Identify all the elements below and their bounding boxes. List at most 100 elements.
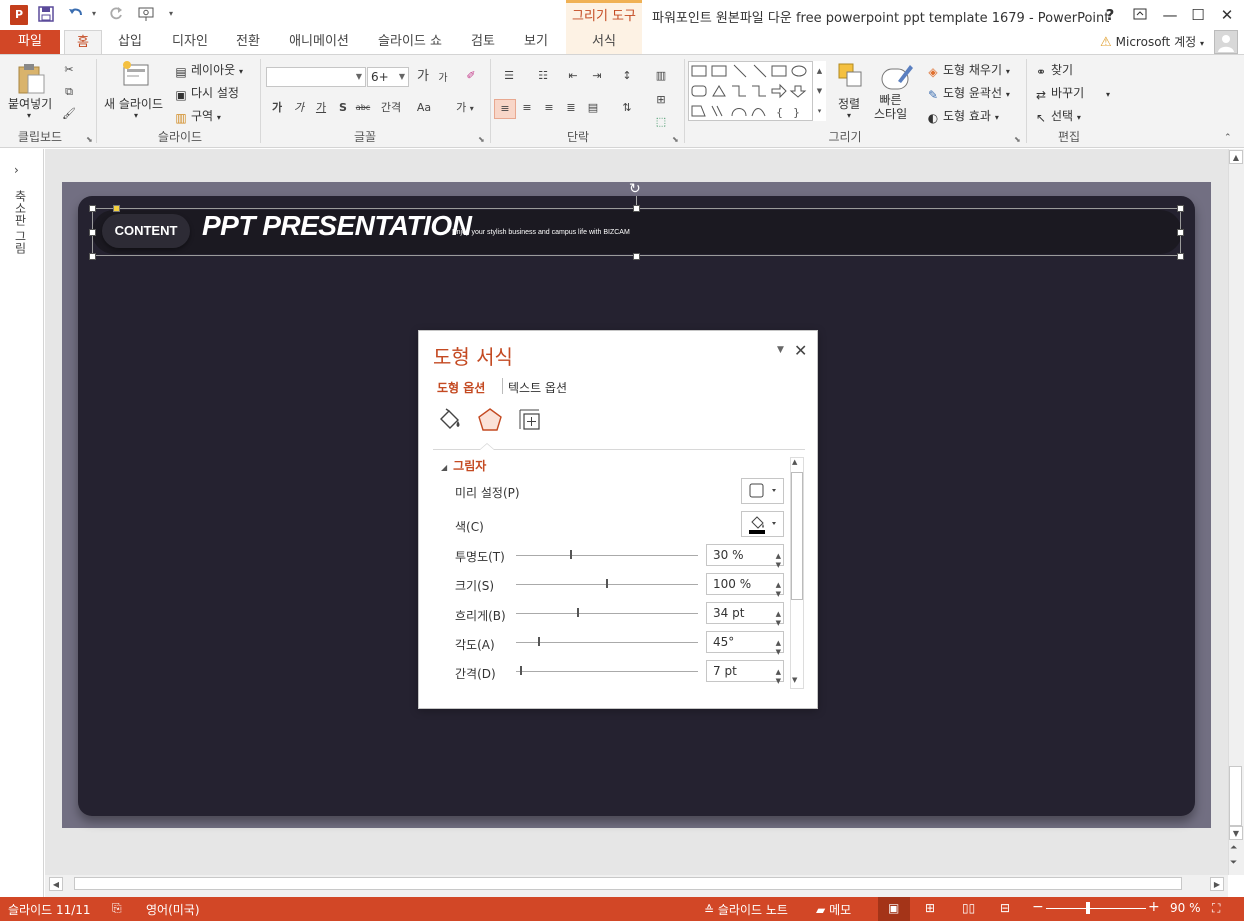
transparency-input[interactable]: 30 % ▲ ▼ xyxy=(706,544,784,569)
shadow-color-picker[interactable] xyxy=(741,511,784,537)
blur-slider[interactable] xyxy=(516,613,698,614)
collapse-ribbon-icon[interactable]: ⌃ xyxy=(1224,133,1232,143)
align-right-icon[interactable]: ≡ xyxy=(540,99,558,117)
section-shadow-header[interactable]: ◢ 그림자 xyxy=(441,457,486,474)
font-color-button[interactable]: 가 ▾ xyxy=(452,99,478,117)
distance-slider-knob[interactable] xyxy=(520,666,522,675)
dialog-launcher-icon[interactable]: ⬊ xyxy=(86,135,93,144)
scroll-up-icon[interactable]: ▲ xyxy=(792,458,797,466)
increase-indent-icon[interactable]: ⇥ xyxy=(588,67,606,85)
quick-styles-icon[interactable] xyxy=(880,61,914,93)
zoom-slider[interactable] xyxy=(1046,908,1146,909)
tab-text-options[interactable]: 텍스트 옵션 xyxy=(508,379,567,396)
scroll-down-icon[interactable]: ▼ xyxy=(1229,826,1243,840)
tab-shape-options[interactable]: 도형 옵션 xyxy=(437,379,485,396)
tab-file[interactable]: 파일 xyxy=(0,30,60,54)
zoom-in-button[interactable]: + xyxy=(1148,899,1160,915)
justify-icon[interactable]: ≣ xyxy=(562,99,580,117)
transparency-slider[interactable] xyxy=(516,555,698,556)
align-left-icon[interactable]: ≡ xyxy=(494,99,516,119)
shapes-gallery-scroll[interactable]: ▲ ▼ ▾ xyxy=(812,61,826,121)
character-spacing-button[interactable]: 간격 xyxy=(376,99,406,117)
dialog-launcher-icon[interactable]: ⬊ xyxy=(478,135,485,144)
new-slide-icon[interactable] xyxy=(120,59,152,91)
distance-input[interactable]: 7 pt ▲ ▼ xyxy=(706,660,784,685)
convert-to-smartart-icon[interactable]: ⬚ xyxy=(648,113,674,131)
close-window-button[interactable]: ✕ xyxy=(1215,4,1239,26)
columns-icon[interactable]: ▥ xyxy=(648,67,674,85)
tab-design[interactable]: 디자인 xyxy=(164,30,216,54)
spin-down-icon[interactable]: ▼ xyxy=(776,613,781,633)
resize-handle[interactable] xyxy=(633,253,640,260)
quick-styles-button[interactable]: 빠른 스타일 xyxy=(874,93,907,121)
spin-down-icon[interactable]: ▼ xyxy=(776,584,781,604)
ribbon-display-options-button[interactable] xyxy=(1128,4,1152,26)
horizontal-scroll-thumb[interactable] xyxy=(74,877,1182,890)
resize-handle[interactable] xyxy=(89,229,96,236)
maximize-button[interactable]: ☐ xyxy=(1186,4,1210,26)
resize-handle[interactable] xyxy=(89,253,96,260)
undo-dropdown-icon[interactable]: ▾ xyxy=(86,6,102,22)
arrange-button[interactable]: 정렬 xyxy=(838,95,860,112)
tab-format[interactable]: 서식 xyxy=(566,30,642,54)
new-slide-button[interactable]: 새 슬라이드 xyxy=(104,95,163,112)
spin-down-icon[interactable]: ▼ xyxy=(776,555,781,575)
text-direction-icon[interactable]: ⇅ xyxy=(614,99,640,117)
arrange-dropdown-icon[interactable]: ▾ xyxy=(847,111,851,120)
reset-button[interactable]: ▣ 다시 설정 xyxy=(174,84,239,102)
next-slide-icon[interactable]: ⏷ xyxy=(1230,858,1237,868)
powerpoint-logo-icon[interactable]: P xyxy=(10,5,28,25)
shape-outline-button[interactable]: ✎ 도형 윤곽선 ▾ xyxy=(926,84,1010,102)
previous-slide-icon[interactable]: ⏶ xyxy=(1230,843,1237,853)
comments-button[interactable]: ▰ 메모 xyxy=(816,901,851,918)
customize-qat-icon[interactable]: ▾ xyxy=(163,6,179,22)
select-button[interactable]: ↖ 선택 ▾ xyxy=(1034,107,1081,125)
new-slide-dropdown-icon[interactable]: ▾ xyxy=(134,111,138,120)
shadow-preset-picker[interactable] xyxy=(741,478,784,504)
scroll-up-icon[interactable]: ▲ xyxy=(1229,150,1243,164)
save-icon[interactable] xyxy=(38,6,54,22)
arrange-icon[interactable] xyxy=(836,61,866,91)
italic-button[interactable]: 가 xyxy=(290,99,308,117)
dialog-launcher-icon[interactable]: ⬊ xyxy=(672,135,679,144)
angle-slider[interactable] xyxy=(516,642,698,643)
shape-effects-button[interactable]: ◐ 도형 효과 ▾ xyxy=(926,107,999,125)
zoom-level[interactable]: 90 % xyxy=(1170,901,1201,915)
find-button[interactable]: ⚭ 찾기 xyxy=(1034,61,1073,79)
align-text-icon[interactable]: ⊞ xyxy=(648,91,674,109)
vertical-scroll-thumb[interactable] xyxy=(1229,766,1242,826)
shape-fill-button[interactable]: ◈ 도형 채우기 ▾ xyxy=(926,61,1009,79)
account-button[interactable]: ⚠ Microsoft 계정 ▾ xyxy=(1100,33,1204,50)
spell-check-icon[interactable]: ⎘ xyxy=(112,901,122,916)
replace-button[interactable]: ⇄ 바꾸기 ▾ xyxy=(1034,84,1110,102)
resize-handle[interactable] xyxy=(1177,205,1184,212)
cut-icon[interactable]: ✂ xyxy=(60,61,78,79)
tab-review[interactable]: 검토 xyxy=(462,30,504,54)
minimize-button[interactable]: — xyxy=(1158,4,1182,26)
size-input[interactable]: 100 % ▲ ▼ xyxy=(706,573,784,598)
reading-view-icon[interactable]: ▯▯ xyxy=(962,901,975,915)
tab-insert[interactable]: 삽입 xyxy=(110,30,150,54)
decrease-indent-icon[interactable]: ⇤ xyxy=(564,67,582,85)
blur-input[interactable]: 34 pt ▲ ▼ xyxy=(706,602,784,627)
spin-down-icon[interactable]: ▼ xyxy=(776,642,781,662)
fit-to-window-icon[interactable]: ⛶ xyxy=(1212,901,1220,916)
tab-slideshow[interactable]: 슬라이드 쇼 xyxy=(370,30,450,54)
tab-transitions[interactable]: 전환 xyxy=(228,30,268,54)
adjust-handle[interactable] xyxy=(113,205,120,212)
underline-button[interactable]: 가 xyxy=(312,99,330,117)
expand-thumbnails-button[interactable]: › xyxy=(14,163,19,177)
bullets-icon[interactable]: ☰ xyxy=(496,67,522,85)
scroll-right-icon[interactable]: ▶ xyxy=(1210,877,1224,891)
align-center-icon[interactable]: ≡ xyxy=(518,99,536,117)
spin-down-icon[interactable]: ▼ xyxy=(776,671,781,691)
paste-button[interactable]: 붙여넣기 xyxy=(8,95,52,112)
help-button[interactable]: ? xyxy=(1098,4,1122,26)
font-name-combo[interactable]: ▼ xyxy=(266,67,366,87)
distance-slider[interactable] xyxy=(516,671,698,672)
scroll-left-icon[interactable]: ◀ xyxy=(49,877,63,891)
text-shadow-button[interactable]: S xyxy=(334,99,352,117)
bold-button[interactable]: 가 xyxy=(268,99,286,117)
zoom-out-button[interactable]: − xyxy=(1032,899,1044,915)
rotate-handle-icon[interactable]: ↻ xyxy=(629,181,641,197)
